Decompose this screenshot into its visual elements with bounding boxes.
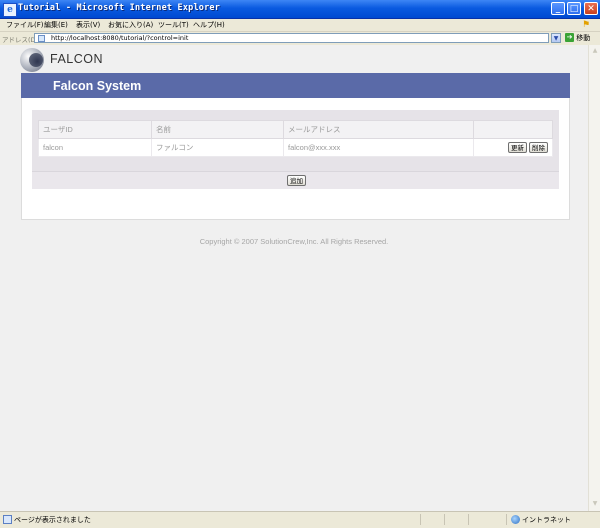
column-header-email: メールアドレス bbox=[283, 120, 474, 139]
add-row: 追加 bbox=[32, 171, 559, 189]
status-bar: ページが表示されました イントラネット bbox=[0, 511, 600, 528]
status-divider bbox=[420, 514, 421, 525]
window-title: Tutorial - Microsoft Internet Explorer bbox=[18, 3, 221, 13]
update-button[interactable]: 更新 bbox=[508, 142, 527, 153]
address-input[interactable]: http://localhost:8080/tutorial/?control=… bbox=[34, 33, 549, 43]
menu-view[interactable]: 表示(V) bbox=[76, 20, 100, 30]
page-viewport: FALCON Falcon System ユーザID 名前 メールアドレス fa… bbox=[0, 45, 588, 511]
menu-help[interactable]: ヘルプ(H) bbox=[193, 20, 225, 30]
menu-favorites[interactable]: お気に入り(A) bbox=[108, 20, 153, 30]
copyright-text: Copyright © 2007 SolutionCrew,Inc. All R… bbox=[199, 237, 389, 246]
status-divider bbox=[444, 514, 445, 525]
maximize-button[interactable]: □ bbox=[567, 2, 581, 15]
close-button[interactable]: ✕ bbox=[584, 2, 598, 15]
scroll-up-icon[interactable]: ▲ bbox=[590, 46, 600, 56]
user-table: ユーザID 名前 メールアドレス falcon ファルコン falcon@xxx… bbox=[38, 120, 553, 157]
table-row: falcon ファルコン falcon@xxx.xxx 更新 削除 bbox=[38, 138, 553, 157]
status-divider bbox=[468, 514, 469, 525]
address-label: アドレス(D) bbox=[2, 36, 39, 44]
scroll-down-icon[interactable]: ▼ bbox=[590, 499, 600, 509]
minimize-button[interactable]: _ bbox=[551, 2, 565, 15]
menu-edit[interactable]: 編集(E) bbox=[44, 20, 68, 30]
header-band: Falcon System bbox=[21, 73, 570, 98]
main-panel: ユーザID 名前 メールアドレス falcon ファルコン falcon@xxx… bbox=[21, 98, 570, 220]
column-header-name: 名前 bbox=[151, 120, 284, 139]
windows-logo-icon: ⚑ bbox=[581, 20, 591, 30]
status-text: ページが表示されました bbox=[14, 516, 91, 524]
page-title: Falcon System bbox=[53, 79, 142, 93]
address-dropdown-button[interactable]: ▼ bbox=[551, 33, 561, 43]
cell-actions: 更新 削除 bbox=[473, 138, 553, 157]
table-header-row: ユーザID 名前 メールアドレス bbox=[38, 120, 553, 139]
user-list-panel: ユーザID 名前 メールアドレス falcon ファルコン falcon@xxx… bbox=[32, 110, 559, 189]
page-icon bbox=[38, 35, 45, 42]
delete-button[interactable]: 削除 bbox=[529, 142, 548, 153]
column-header-actions bbox=[473, 120, 553, 139]
cell-name: ファルコン bbox=[151, 138, 284, 157]
menu-tools[interactable]: ツール(T) bbox=[158, 20, 189, 30]
go-button[interactable]: ➔ 移動 bbox=[565, 33, 595, 43]
column-header-user-id: ユーザID bbox=[38, 120, 152, 139]
title-bar[interactable]: e Tutorial - Microsoft Internet Explorer… bbox=[0, 0, 600, 19]
menu-bar: ファイル(F) 編集(E) 表示(V) お気に入り(A) ツール(T) ヘルプ(… bbox=[0, 19, 600, 32]
zone-label: イントラネット bbox=[522, 516, 571, 524]
page-done-icon bbox=[3, 515, 12, 524]
vertical-scrollbar[interactable]: ▲ ▼ bbox=[588, 45, 600, 511]
status-divider bbox=[506, 514, 507, 525]
address-url: http://localhost:8080/tutorial/?control=… bbox=[51, 34, 189, 42]
menu-file[interactable]: ファイル(F) bbox=[6, 20, 44, 30]
add-button[interactable]: 追加 bbox=[287, 175, 306, 186]
cell-email: falcon@xxx.xxx bbox=[283, 138, 474, 157]
logo-text: FALCON bbox=[50, 52, 104, 66]
cell-user-id: falcon bbox=[38, 138, 152, 157]
ie-app-icon[interactable]: e bbox=[3, 3, 17, 17]
go-arrow-icon: ➔ bbox=[565, 33, 574, 42]
intranet-zone-icon bbox=[511, 515, 520, 524]
address-bar: アドレス(D) http://localhost:8080/tutorial/?… bbox=[0, 32, 600, 46]
go-label: 移動 bbox=[576, 34, 591, 42]
falcon-logo-swoosh bbox=[29, 53, 43, 67]
